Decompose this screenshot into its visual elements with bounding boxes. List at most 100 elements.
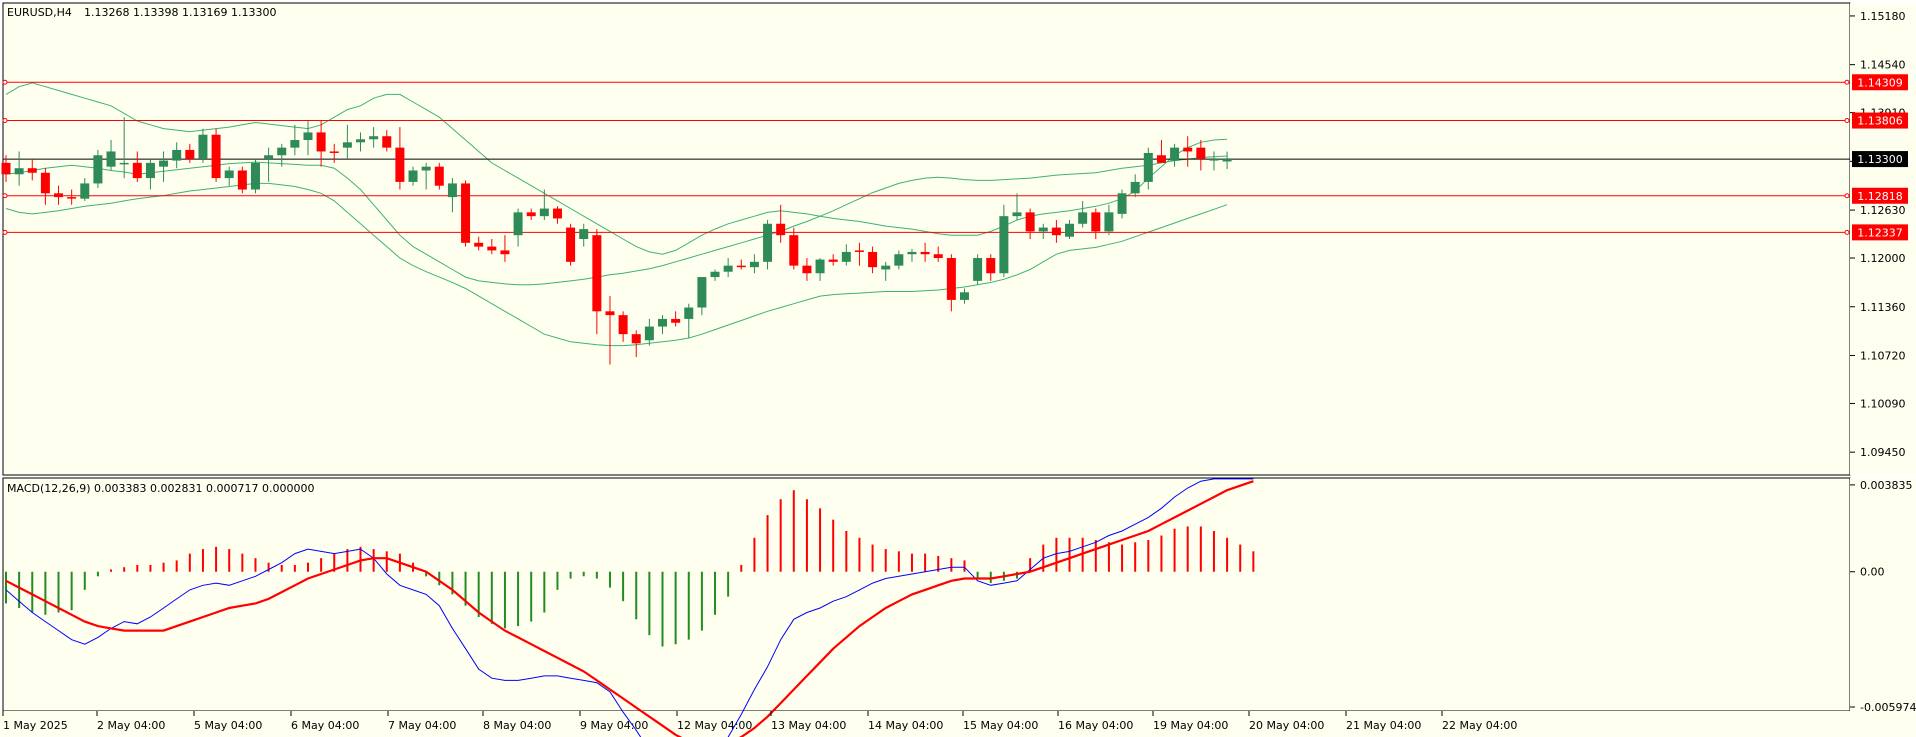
candle-body-74: [973, 258, 983, 281]
price-tick-label-4: 1.12630: [1860, 204, 1906, 217]
candle-body-47: [618, 315, 628, 335]
price-tick-label-1: 1.14540: [1860, 59, 1906, 72]
candle-body-37: [487, 246, 497, 251]
candle-body-55: [723, 265, 733, 272]
candle-body-85: [1117, 193, 1127, 214]
candle-body-12: [159, 160, 169, 167]
price-panel-bg: [2, 2, 1851, 476]
time-label-9: 14 May 04:00: [868, 719, 943, 732]
candle-body-43: [566, 227, 576, 262]
candle-body-4: [54, 193, 64, 198]
candle-body-0: [1, 162, 11, 175]
current-price-label: 1.13300: [1857, 153, 1903, 166]
candle-body-61: [802, 265, 812, 274]
candle-body-10: [132, 162, 142, 179]
hline-anchor-right-3: [1844, 229, 1850, 235]
candle-body-83: [1091, 212, 1101, 232]
price-tick-label-0: 1.15180: [1860, 10, 1906, 23]
candle-body-92: [1209, 159, 1219, 161]
candle-body-73: [959, 292, 969, 300]
candle-body-39: [513, 212, 523, 236]
candle-body-66: [868, 251, 878, 268]
candle-body-28: [369, 136, 379, 140]
candle-body-45: [592, 235, 602, 312]
macd-tick-label-2: -0.005974: [1860, 701, 1916, 714]
time-label-12: 19 May 04:00: [1153, 719, 1228, 732]
candle-body-80: [1051, 227, 1061, 236]
candle-body-46: [605, 311, 615, 316]
candle-body-59: [776, 223, 786, 236]
candle-body-24: [316, 132, 326, 152]
candle-body-48: [631, 334, 641, 344]
candle-body-1: [14, 168, 24, 175]
candle-body-56: [736, 265, 746, 268]
candle-body-90: [1183, 147, 1193, 152]
candle-body-14: [185, 149, 195, 160]
macd-axis-bg: [1850, 478, 1916, 711]
candle-body-25: [329, 151, 339, 153]
candle-body-89: [1170, 147, 1180, 161]
ohlc-label: 1.13268 1.13398 1.13169 1.13300: [84, 6, 276, 19]
candle-body-13: [172, 149, 182, 161]
candle-body-7: [93, 155, 103, 184]
time-label-14: 21 May 04:00: [1346, 719, 1421, 732]
price-tick-label-9: 1.09450: [1860, 446, 1906, 459]
hline-anchor-right-2: [1844, 193, 1850, 199]
candle-body-68: [894, 254, 904, 266]
candle-body-51: [671, 318, 681, 323]
candle-body-67: [881, 265, 891, 270]
time-axis-bg: [0, 711, 1916, 737]
candle-body-50: [658, 318, 667, 327]
candle-body-22: [290, 140, 300, 148]
candle-body-54: [710, 271, 720, 278]
time-label-11: 16 May 04:00: [1058, 719, 1133, 732]
candle-body-86: [1130, 181, 1140, 194]
candle-body-75: [986, 258, 996, 274]
time-label-13: 20 May 04:00: [1249, 719, 1324, 732]
candle-body-15: [198, 134, 208, 160]
chart-window: 1.151801.145401.139101.132701.126301.120…: [0, 2, 1916, 737]
hline-anchor-left-1: [2, 118, 8, 124]
candle-body-71: [933, 254, 943, 259]
candle-body-91: [1196, 147, 1206, 160]
candle-body-52: [684, 307, 694, 319]
candle-body-8: [106, 151, 116, 167]
candle-body-30: [395, 147, 405, 182]
candle-body-79: [1038, 227, 1048, 232]
candle-body-21: [277, 147, 287, 156]
candle-body-9: [119, 162, 129, 165]
symbol-label: EURUSD,H4: [7, 6, 72, 19]
candle-body-57: [749, 261, 759, 268]
candle-body-62: [815, 259, 825, 274]
candle-body-11: [145, 162, 155, 179]
candle-body-72: [946, 258, 956, 300]
candle-body-76: [999, 216, 1009, 274]
candle-body-41: [539, 208, 549, 217]
price-tick-label-5: 1.12000: [1860, 252, 1906, 265]
candle-body-81: [1065, 223, 1075, 237]
time-label-2: 5 May 04:00: [194, 719, 262, 732]
time-label-6: 9 May 04:00: [580, 719, 648, 732]
hline-anchor-left-3: [2, 229, 8, 235]
candle-body-58: [763, 223, 773, 262]
candle-body-16: [211, 134, 221, 179]
candle-body-23: [303, 132, 313, 141]
hline-anchor-left-0: [2, 79, 8, 85]
time-label-3: 6 May 04:00: [291, 719, 359, 732]
price-tick-label-8: 1.10090: [1860, 397, 1906, 410]
candle-body-18: [237, 170, 247, 190]
candle-body-70: [920, 251, 930, 255]
candle-body-82: [1078, 212, 1088, 224]
candle-body-27: [356, 139, 366, 143]
candle-body-17: [224, 170, 234, 179]
time-label-5: 8 May 04:00: [483, 719, 551, 732]
time-label-8: 13 May 04:00: [771, 719, 846, 732]
candle-body-2: [27, 168, 37, 173]
candle-body-93: [1222, 159, 1232, 162]
candle-body-77: [1012, 212, 1022, 217]
price-tick-label-7: 1.10720: [1860, 349, 1906, 362]
candle-body-53: [697, 277, 707, 308]
candle-body-6: [80, 183, 90, 199]
candle-body-3: [40, 172, 50, 194]
hline-label-1: 1.13806: [1857, 115, 1903, 128]
